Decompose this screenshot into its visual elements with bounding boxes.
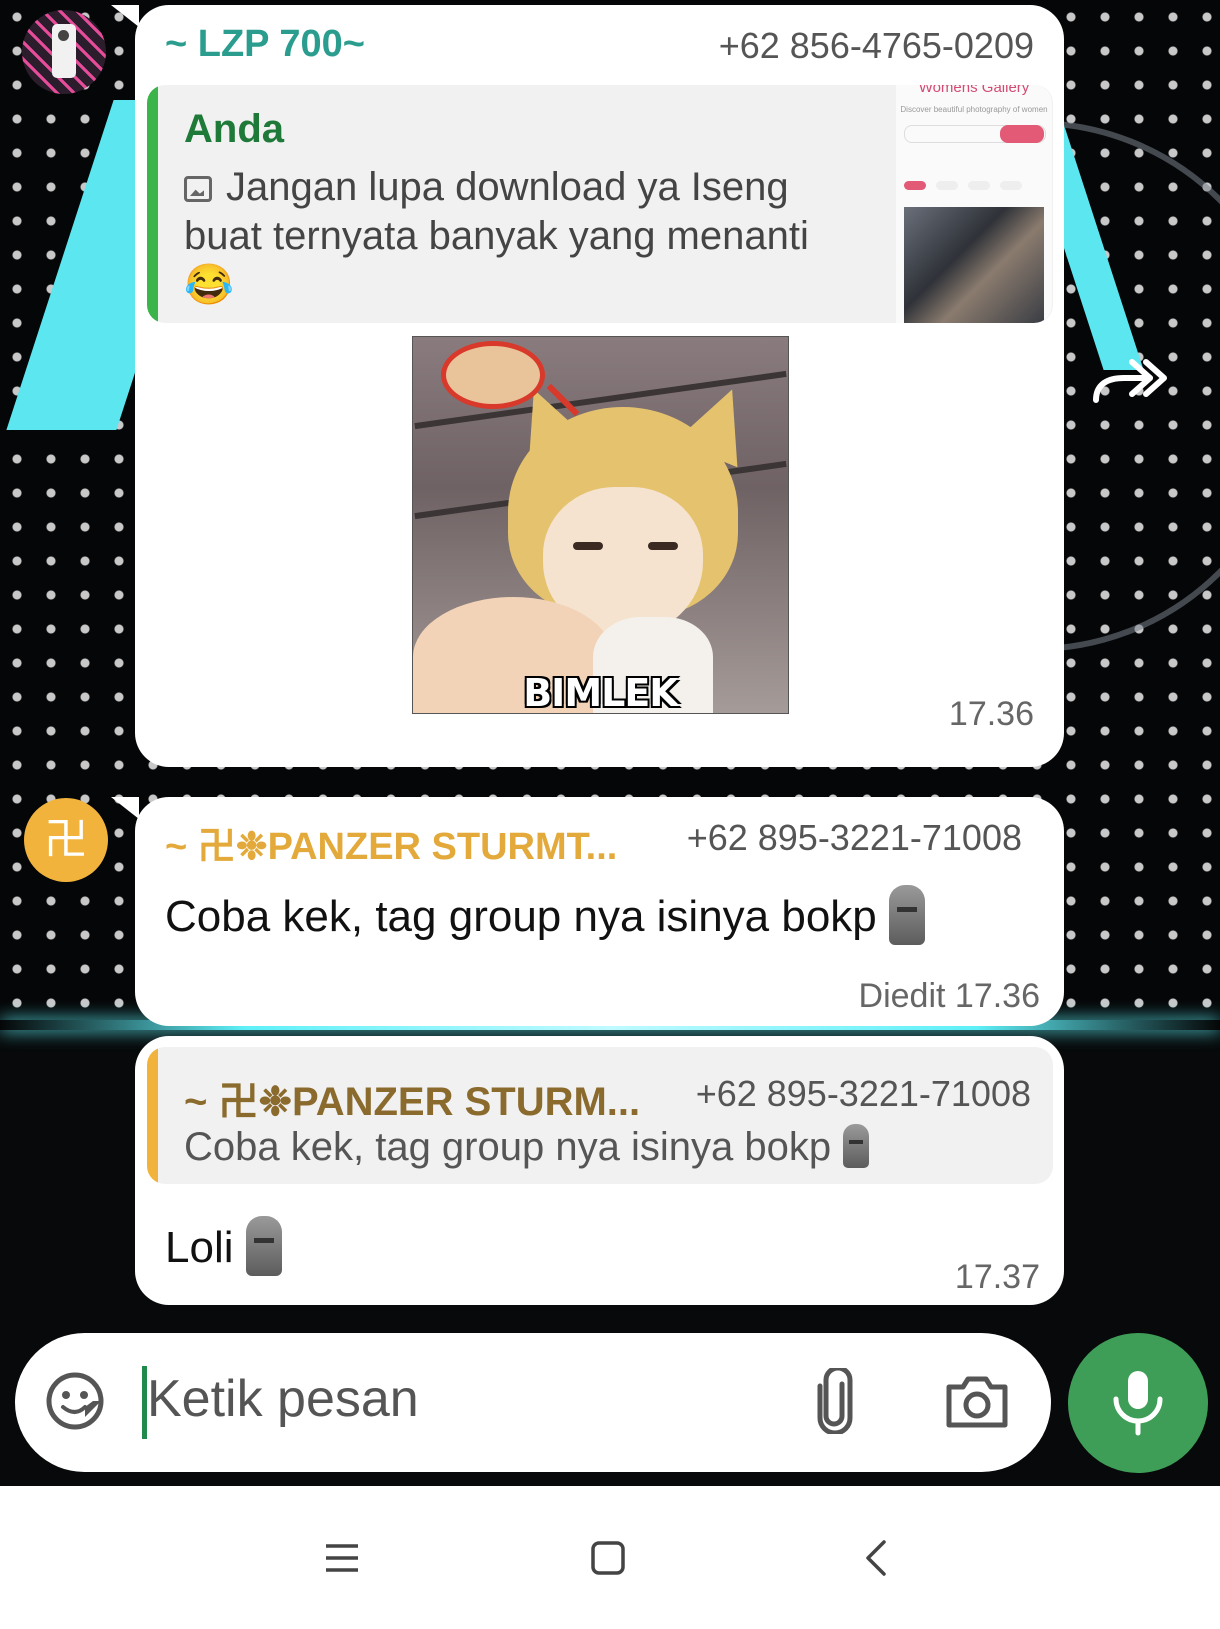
thumbnail-photo <box>904 207 1044 323</box>
message-text-line: Loli <box>165 1216 282 1276</box>
sender-avatar[interactable]: 卍 <box>24 798 108 882</box>
cat-inset <box>441 341 545 409</box>
message-bubble[interactable]: ~ LZP 700~ +62 856-4765-0209 Anda Jangan… <box>111 5 1064 767</box>
sender-avatar[interactable] <box>22 10 106 94</box>
message-text: Coba kek, tag group nya isinya bokp <box>165 892 877 941</box>
sender-phone: +62 856-4765-0209 <box>718 25 1034 66</box>
image-caption: BIMLEK <box>523 671 679 714</box>
edited-label: Diedit <box>858 977 946 1015</box>
sticker-icon[interactable] <box>45 1371 105 1431</box>
message-time: 17.36 <box>948 695 1034 733</box>
home-icon[interactable] <box>584 1534 632 1582</box>
sender-name[interactable]: ~ LZP 700~ <box>165 23 365 66</box>
microphone-button[interactable] <box>1068 1333 1208 1473</box>
message-time: 17.37 <box>954 1258 1040 1296</box>
microphone-icon <box>1113 1371 1163 1436</box>
moai-emoji <box>245 1216 282 1276</box>
quoted-sender: ~ 卍❉PANZER STURM... <box>184 1080 641 1124</box>
quoted-message[interactable]: ~ 卍❉PANZER STURM... +62 895-3221-71008 C… <box>147 1047 1053 1184</box>
system-navigation-bar <box>0 1486 1220 1629</box>
back-icon[interactable] <box>854 1534 902 1582</box>
message-text: Loli <box>165 1223 234 1272</box>
quoted-thumbnail: Womens Gallery Discover beautiful photog… <box>896 85 1052 323</box>
paperclip-icon[interactable] <box>810 1368 860 1434</box>
thumbnail-subtitle: Discover beautiful photography of women <box>900 105 1048 114</box>
moai-emoji <box>843 1124 870 1168</box>
message-text-line: Coba kek, tag group nya isinya bokp <box>165 885 925 945</box>
quoted-text-line: Coba kek, tag group nya isinya bokp <box>184 1124 870 1170</box>
sender-name[interactable]: ~ 卍❉PANZER STURMT... <box>165 815 617 870</box>
camera-icon[interactable] <box>945 1373 1009 1429</box>
menu-icon[interactable] <box>318 1534 366 1582</box>
message-meta: Diedit 17.36 <box>859 977 1040 1016</box>
forward-icon[interactable] <box>1088 348 1168 418</box>
message-image[interactable]: BIMLEK <box>412 336 789 714</box>
sender-phone: +62 895-3221-71008 <box>686 817 1022 858</box>
quoted-phone: +62 895-3221-71008 <box>695 1073 1031 1114</box>
quoted-text: Jangan lupa download ya Iseng buat terny… <box>184 165 809 258</box>
message-time: 17.36 <box>954 977 1040 1015</box>
image-icon <box>184 176 212 202</box>
quoted-text-block: Jangan lupa download ya Iseng buat terny… <box>184 163 844 310</box>
message-input-bar: Ketik pesan <box>15 1333 1051 1472</box>
thumbnail-title: Womens Gallery <box>918 85 1030 96</box>
moai-emoji <box>888 885 925 945</box>
quoted-sender: Anda <box>184 107 284 151</box>
message-input[interactable]: Ketik pesan <box>147 1369 419 1429</box>
quoted-text: Coba kek, tag group nya isinya bokp <box>184 1125 832 1169</box>
laughing-emoji: 😂 <box>184 263 234 307</box>
message-bubble[interactable]: ~ 卍❉PANZER STURMT... +62 895-3221-71008 … <box>111 797 1064 1026</box>
message-bubble[interactable]: ~ 卍❉PANZER STURM... +62 895-3221-71008 C… <box>135 1036 1064 1305</box>
